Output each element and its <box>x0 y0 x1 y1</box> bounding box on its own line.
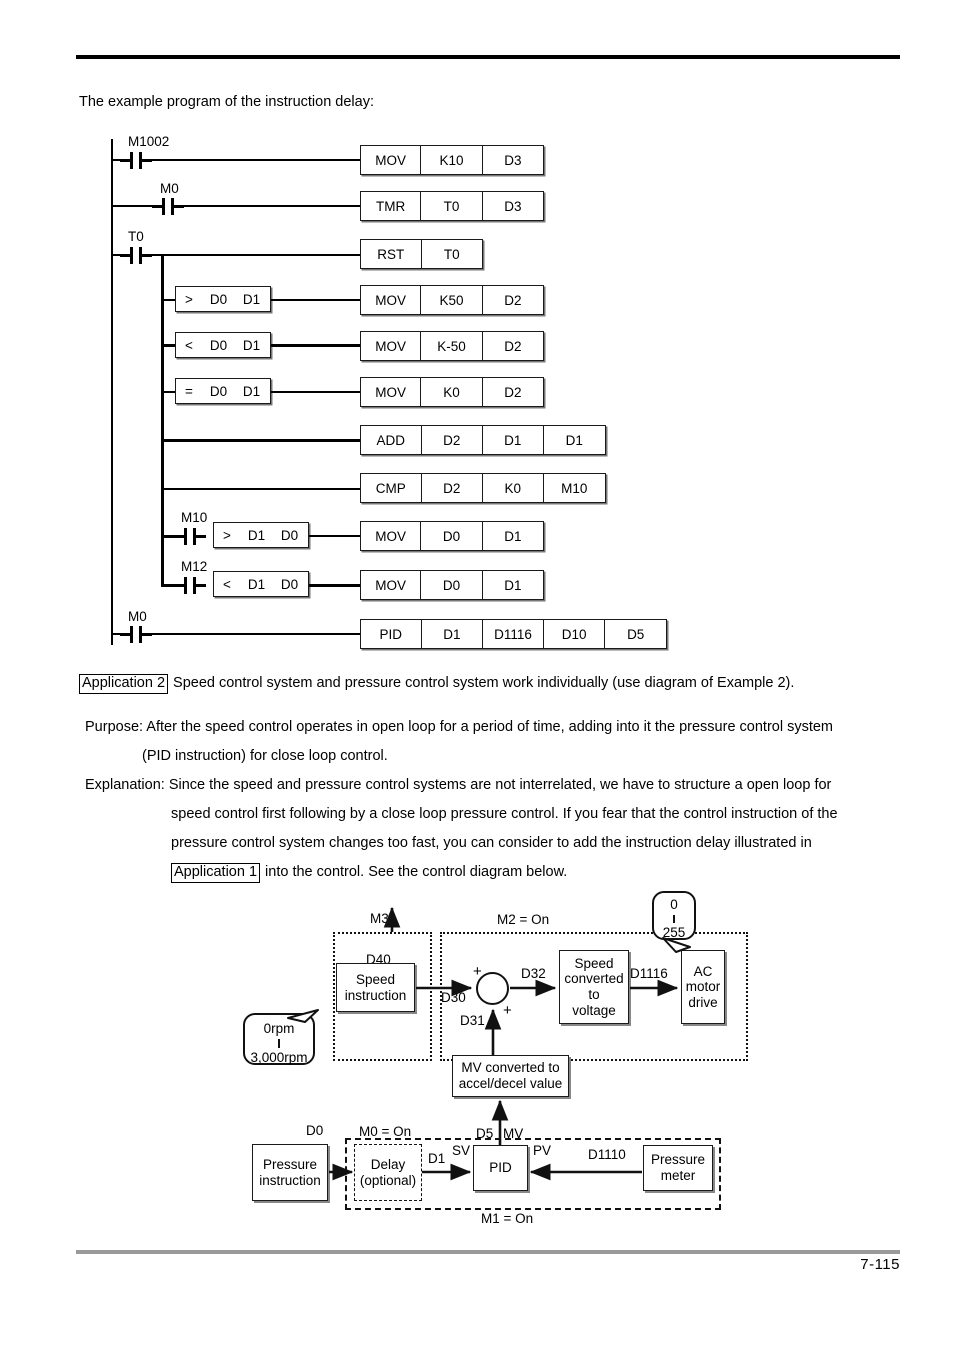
range-callout-tail <box>662 937 691 953</box>
rpm-callout-tail <box>287 1009 319 1023</box>
document-page: 7-115 The example program of the instruc… <box>0 0 954 1350</box>
control-block-diagram: M3 M2 = On M0 = On M1 = On D40 D30 D31 D… <box>0 0 954 1226</box>
diagram-connectors <box>287 906 691 1181</box>
